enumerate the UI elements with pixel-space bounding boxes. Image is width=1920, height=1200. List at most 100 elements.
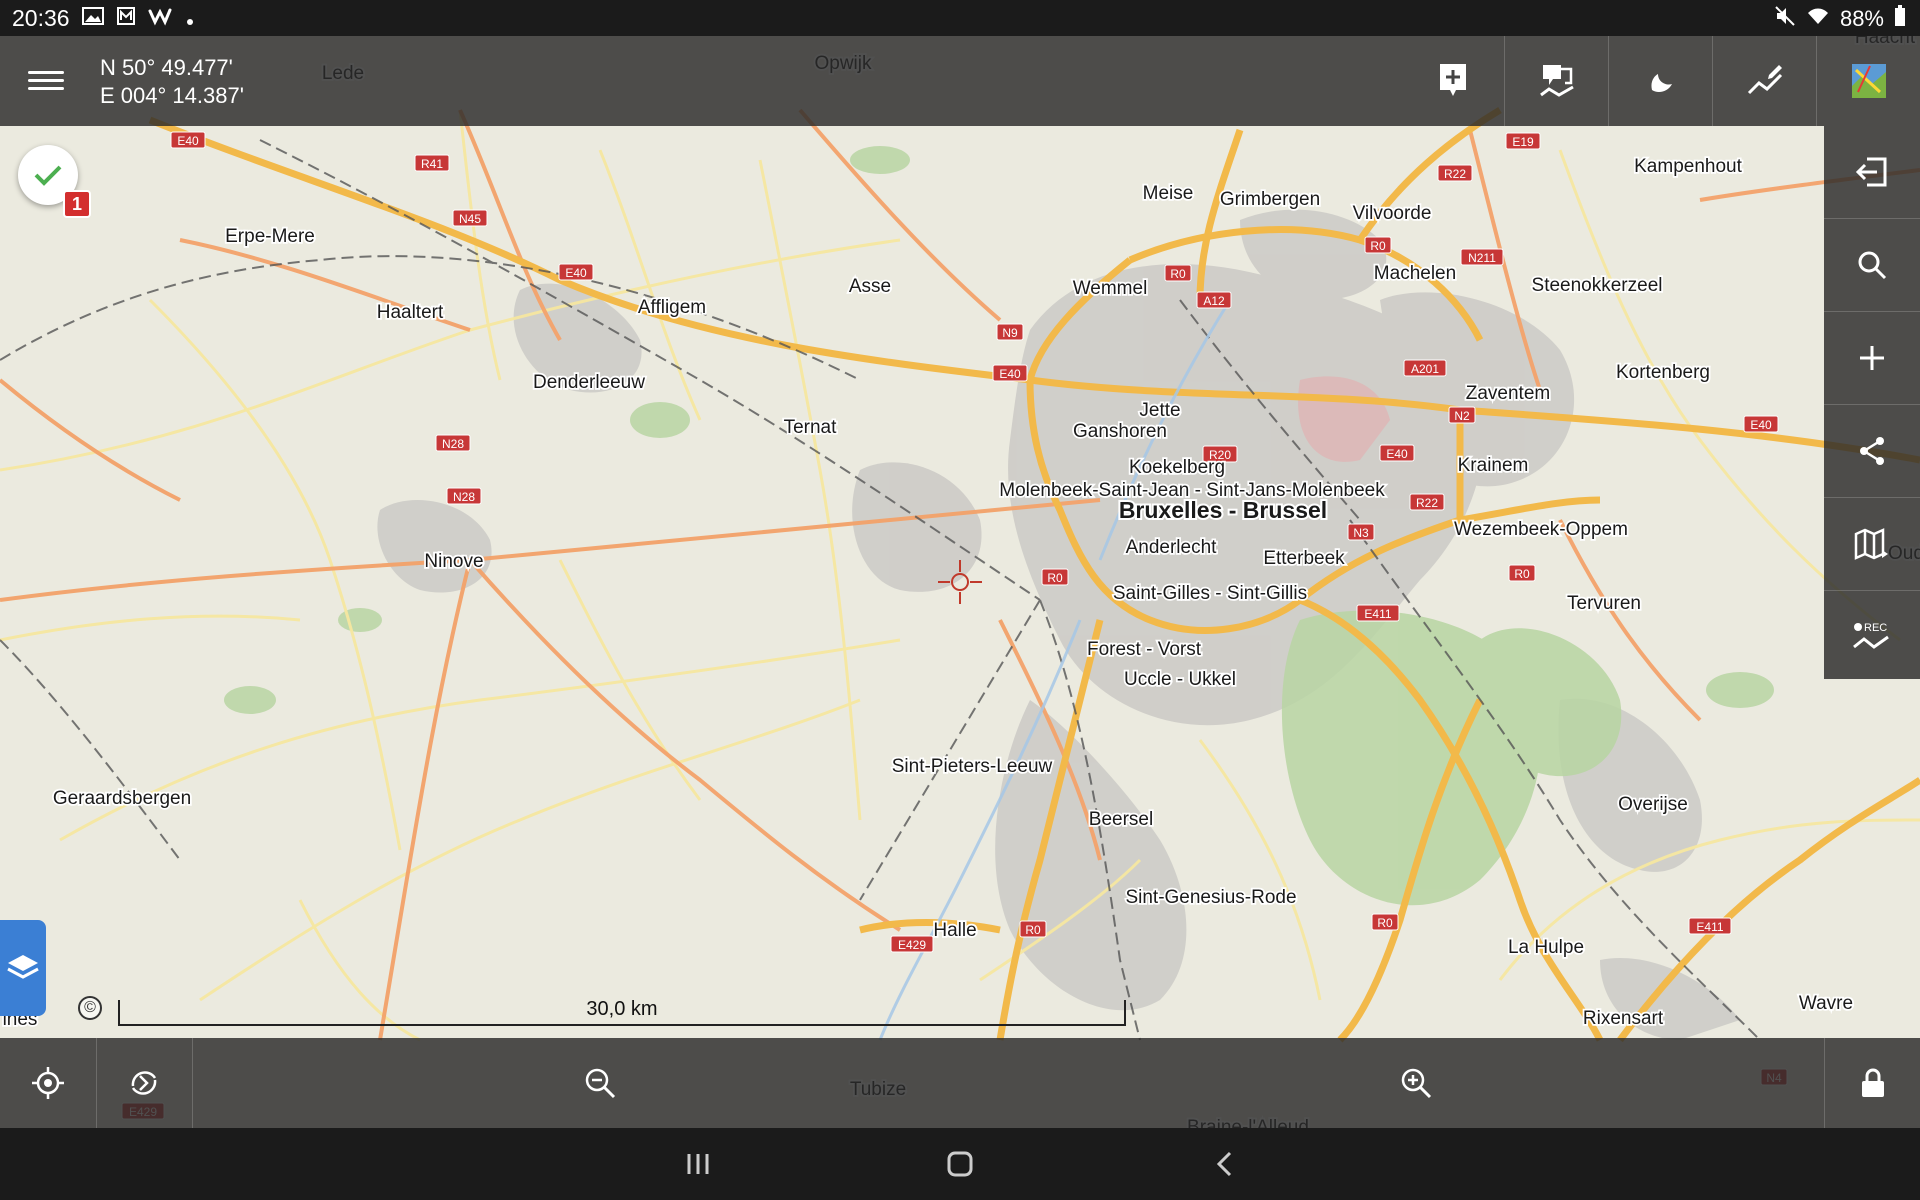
- road-shield: R22: [1437, 164, 1473, 182]
- plus-icon: [1860, 346, 1884, 370]
- zoom-out-icon: [585, 1068, 616, 1099]
- road-ref: R0: [1170, 267, 1186, 281]
- place-label: Koekelberg: [1129, 457, 1225, 478]
- exit-button[interactable]: [1824, 126, 1920, 219]
- battery-icon: [1894, 5, 1906, 33]
- track-draw-button[interactable]: [1712, 36, 1816, 126]
- place-label: Sint-Pieters-Leeuw: [892, 756, 1053, 777]
- road-ref: R22: [1416, 496, 1438, 510]
- place-label: Grimbergen: [1220, 189, 1320, 210]
- exit-icon: [1855, 157, 1887, 187]
- road-shield: E40: [1379, 444, 1415, 462]
- add-point-button[interactable]: [1401, 36, 1504, 126]
- place-label: Sint-Genesius-Rode: [1125, 887, 1296, 908]
- latitude: N 50° 49.477': [100, 55, 233, 80]
- m-notification-icon: [116, 5, 136, 32]
- place-label: Jette: [1139, 400, 1180, 421]
- scale-bar: 30,0 km: [118, 998, 1126, 1026]
- gps-locate-button[interactable]: [0, 1038, 97, 1128]
- road-shield: E19: [1505, 132, 1541, 150]
- system-nav-bar: [0, 1128, 1920, 1200]
- zoom-in-button[interactable]: [1376, 1038, 1456, 1128]
- top-toolbar: N 50° 49.477' E 004° 14.387': [0, 36, 1920, 126]
- track-record-button[interactable]: REC: [1824, 591, 1920, 683]
- place-label: Denderleeuw: [533, 372, 645, 393]
- copyright-icon[interactable]: ©: [78, 996, 102, 1020]
- road-ref: A201: [1411, 362, 1439, 376]
- zoom-out-button[interactable]: [560, 1038, 640, 1128]
- place-label: Kampenhout: [1634, 156, 1742, 177]
- place-label: Haaltert: [377, 302, 444, 323]
- add-point-icon: [1439, 64, 1466, 96]
- recent-apps-button[interactable]: [678, 1144, 718, 1184]
- place-label: Overijse: [1618, 794, 1688, 815]
- place-label: Affligem: [638, 297, 706, 318]
- road-ref: E19: [1512, 135, 1534, 149]
- battery-percent: 88%: [1839, 6, 1884, 31]
- share-icon: [1860, 437, 1884, 465]
- home-icon: [947, 1151, 973, 1177]
- bottom-toolbar: [0, 1038, 1920, 1128]
- road-ref: E40: [1750, 418, 1772, 432]
- place-label: Geraardsbergen: [53, 788, 191, 809]
- rotate-icon: [131, 1071, 157, 1095]
- place-label: Zaventem: [1466, 383, 1550, 404]
- place-label: Beersel: [1089, 809, 1153, 830]
- place-label: Rixensart: [1583, 1008, 1664, 1029]
- coordinates-readout[interactable]: N 50° 49.477' E 004° 14.387': [100, 54, 244, 110]
- map-layers-icon: [1854, 528, 1888, 560]
- night-mode-button[interactable]: [1608, 36, 1712, 126]
- road-shield: N45: [452, 209, 488, 227]
- back-button[interactable]: [1204, 1144, 1244, 1184]
- search-button[interactable]: [1824, 219, 1920, 312]
- road-ref: N211: [1468, 251, 1496, 265]
- share-button[interactable]: [1824, 405, 1920, 498]
- menu-icon[interactable]: [28, 66, 64, 96]
- home-button[interactable]: [940, 1144, 980, 1184]
- road-shield: R0: [1508, 564, 1536, 582]
- place-label: Vilvoorde: [1353, 203, 1432, 224]
- road-shield: E40: [1743, 415, 1779, 433]
- road-shield: N9: [996, 323, 1024, 341]
- road-ref: E429: [898, 938, 926, 952]
- road-ref: N45: [459, 212, 481, 226]
- place-label: Krainem: [1458, 455, 1529, 476]
- place-label: Wavre: [1799, 993, 1853, 1014]
- road-shield: E411: [1688, 917, 1732, 935]
- place-label: Etterbeek: [1263, 548, 1345, 569]
- road-ref: N9: [1002, 326, 1018, 340]
- wifi-icon: [1806, 6, 1830, 32]
- record-track-icon: REC: [1853, 622, 1889, 649]
- road-ref: E411: [1696, 920, 1723, 934]
- rotate-map-button[interactable]: [96, 1038, 193, 1128]
- road-shield: E429: [890, 935, 934, 953]
- place-label: Machelen: [1374, 263, 1456, 284]
- check-icon: [34, 165, 62, 186]
- place-label: Forest - Vorst: [1087, 639, 1202, 660]
- place-label: Ninove: [424, 551, 483, 572]
- map-items-button[interactable]: [1824, 498, 1920, 591]
- road-ref: N2: [1454, 409, 1470, 423]
- road-ref: N3: [1353, 526, 1369, 540]
- road-shield: R0: [1371, 913, 1399, 931]
- map-selector-button[interactable]: [1816, 36, 1920, 126]
- lock-button[interactable]: [1824, 1038, 1920, 1128]
- moon-icon: [1650, 74, 1672, 92]
- place-label: Wemmel: [1073, 278, 1148, 299]
- map-thumbnail-icon: [1851, 64, 1886, 98]
- add-button[interactable]: [1824, 312, 1920, 405]
- road-ref: R0: [1025, 923, 1041, 937]
- road-shield: E411: [1356, 604, 1400, 622]
- search-icon: [1858, 251, 1887, 280]
- status-bar: 20:36 88%: [0, 0, 1920, 36]
- road-ref: E411: [1364, 607, 1391, 621]
- layers-button[interactable]: [0, 920, 46, 1016]
- road-shield: R41: [414, 154, 450, 172]
- layers-icon: [7, 955, 39, 979]
- points-manager-button[interactable]: [1504, 36, 1608, 126]
- road-shield: E40: [992, 364, 1028, 382]
- mute-icon: [1774, 5, 1796, 33]
- road-shield: E40: [558, 263, 594, 281]
- road-ref: A12: [1203, 294, 1225, 308]
- road-shield: N3: [1347, 523, 1375, 541]
